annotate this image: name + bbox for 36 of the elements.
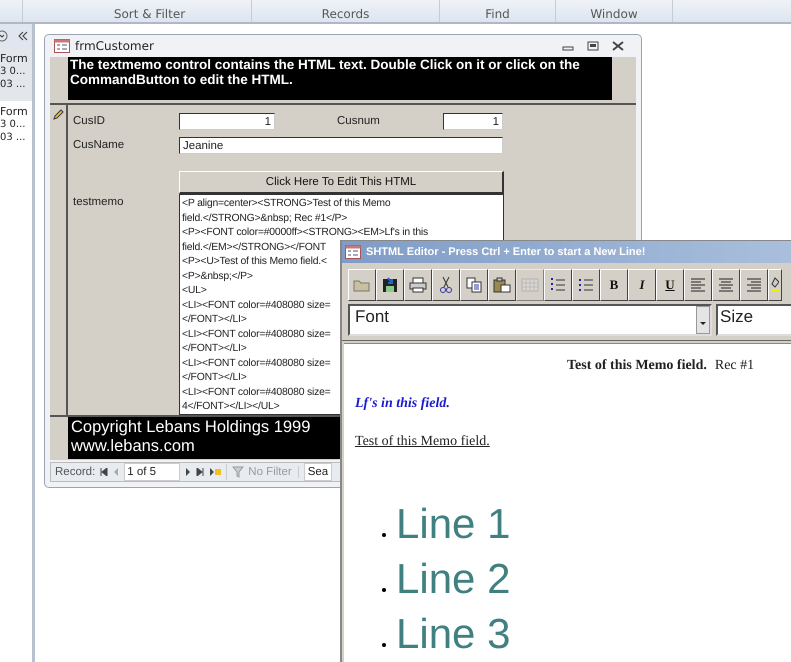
memo-text-line: <P><FONT color=#0000ff><STRONG><EM>Lf's in this (182, 226, 428, 240)
footer-text: Copyright Lebans Holdings 1999 (71, 418, 310, 438)
document-text: Lf's in this field. (355, 396, 450, 411)
memo-text-line: <UL> (182, 284, 207, 298)
list-item-text: Line 3 (396, 610, 510, 656)
list-item-text: Line 1 (396, 500, 510, 546)
ribbon-group-label: Find (440, 0, 556, 22)
field-label: CusName (72, 139, 126, 152)
list-item-text: Line 2 (396, 556, 510, 602)
window-title: frmCustomer (75, 39, 154, 54)
memo-text-line: field.</EM></STRONG></FONT (182, 240, 326, 255)
field-label: Cusnum (336, 115, 381, 128)
memo-text-line: <LI><FONT color=#408080 size= (182, 356, 331, 371)
document-text: Rec #1 (714, 358, 754, 373)
footer-text: www.lebans.com (71, 437, 195, 456)
record-label: Record: (55, 466, 96, 478)
memo-text-line: </FONT></LI> (182, 342, 247, 356)
field-label: testmemo (72, 195, 124, 208)
memo-text-line: </FONT></LI> (182, 313, 247, 328)
ribbon-group-label: Window (556, 0, 673, 22)
memo-text-line: </FONT></LI> (182, 371, 247, 386)
header-text: The textmemo control contains the HTML text. Double Click on it or click on the CommandButton to edit the HTML. (70, 57, 580, 88)
memo-text-line: <P><U>Test of this Memo field.< (182, 255, 327, 270)
ribbon-group-label: Records (252, 0, 440, 22)
memo-text-line: <LI><FONT color=#408080 size= (182, 386, 331, 400)
ribbon-group-label: Sort & Filter (22, 0, 252, 22)
memo-text-line: <P>&nbsp;</P> (182, 270, 253, 284)
memo-text-line: field.</STRONG>&nbsp; Rec #1</P> (182, 212, 348, 226)
memo-text-line: <P align=center><STRONG>Test of this Memo (182, 197, 390, 212)
document-text: Test of this Memo field. (355, 434, 490, 449)
field-label: CusID (72, 115, 106, 128)
document-text: Test of this Memo field. (567, 358, 707, 373)
memo-text-line: <LI><FONT color=#408080 size= (182, 298, 331, 313)
memo-text-line: <LI><FONT color=#408080 size= (182, 328, 331, 342)
window-title: SHTML Editor - Press Ctrl + Enter to start a New Line! (366, 246, 646, 258)
memo-text-line: 4</FONT></LI></UL> (182, 400, 280, 414)
